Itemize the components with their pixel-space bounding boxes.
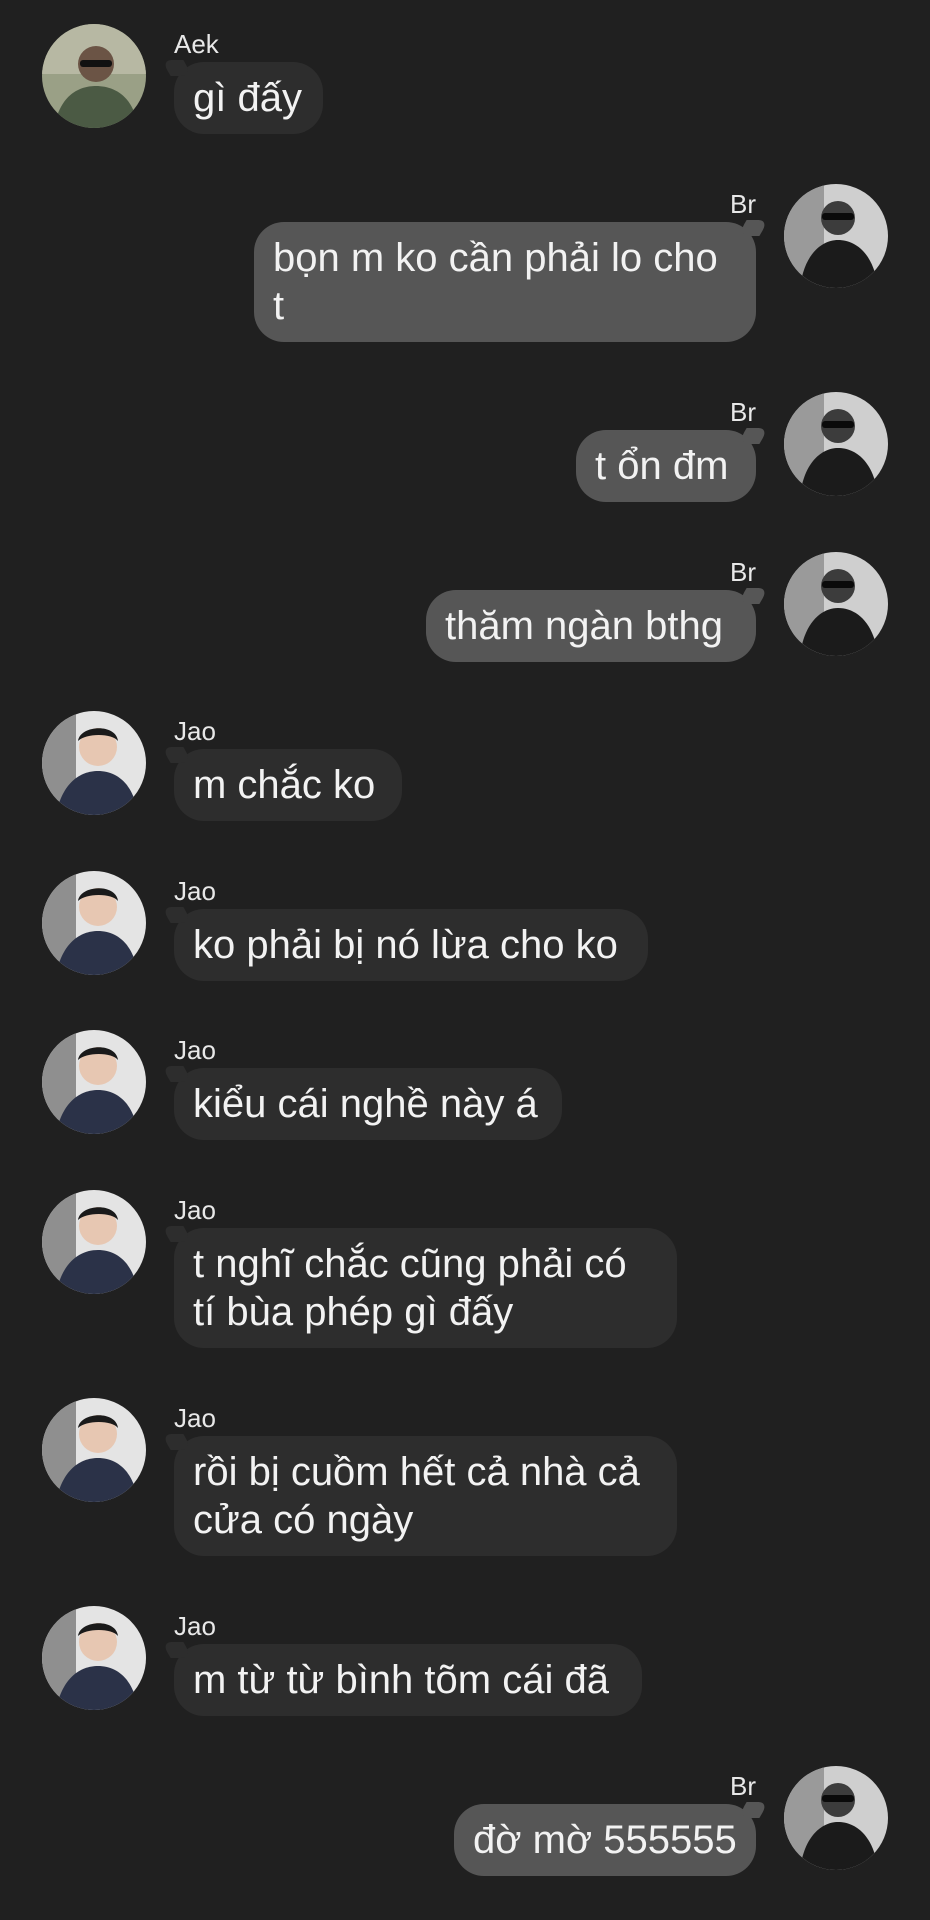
sender-name: Aek [174, 29, 219, 59]
message-bubble[interactable]: m chắc ko [174, 749, 402, 821]
message-bubble[interactable]: kiểu cái nghề này á [174, 1068, 562, 1140]
message-bubble[interactable]: thăm ngàn bthg [426, 590, 756, 662]
jao-avatar[interactable] [42, 711, 146, 815]
jao-avatar[interactable] [42, 1606, 146, 1710]
sender-name: Jao [174, 716, 216, 746]
message-bubble[interactable]: gì đấy [174, 62, 323, 134]
message-bubble[interactable]: ko phải bị nó lừa cho ko [174, 909, 648, 981]
br-avatar[interactable] [784, 552, 888, 656]
sender-name: Br [730, 557, 756, 587]
sender-name: Br [730, 189, 756, 219]
chat-thread: Aek gì đấy Br bọn m ko cần phải lo cho t [0, 0, 930, 1920]
sender-name: Jao [174, 876, 216, 906]
message-bubble[interactable]: t nghĩ chắc cũng phải có tí bùa phép gì … [174, 1228, 677, 1348]
br-avatar[interactable] [784, 1766, 888, 1870]
aek-avatar[interactable] [42, 24, 146, 128]
jao-avatar[interactable] [42, 1030, 146, 1134]
message-bubble[interactable]: t ổn đm [576, 430, 756, 502]
jao-avatar[interactable] [42, 871, 146, 975]
message-bubble[interactable]: m từ từ bình tõm cái đã [174, 1644, 642, 1716]
sender-name: Br [730, 397, 756, 427]
sender-name: Jao [174, 1403, 216, 1433]
sender-name: Br [730, 1771, 756, 1801]
sender-name: Jao [174, 1035, 216, 1065]
message-bubble[interactable]: đờ mờ 555555 [454, 1804, 756, 1876]
jao-avatar[interactable] [42, 1398, 146, 1502]
sender-name: Jao [174, 1195, 216, 1225]
jao-avatar[interactable] [42, 1190, 146, 1294]
message-bubble[interactable]: rồi bị cuồm hết cả nhà cả cửa có ngày [174, 1436, 677, 1556]
message-bubble[interactable]: bọn m ko cần phải lo cho t [254, 222, 756, 342]
br-avatar[interactable] [784, 392, 888, 496]
sender-name: Jao [174, 1611, 216, 1641]
br-avatar[interactable] [784, 184, 888, 288]
